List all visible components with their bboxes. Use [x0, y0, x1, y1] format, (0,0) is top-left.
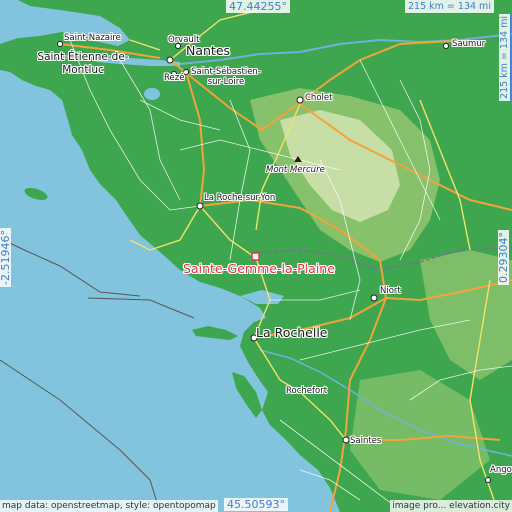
place-label-saint-etienne: Saint-Étienne-de- Montluc	[28, 52, 138, 75]
saintes-marker	[342, 436, 350, 444]
place-label-mont-mercure: Mont Mercure	[266, 165, 325, 175]
niort-marker	[370, 294, 378, 302]
place-label-saumur: Saumur	[452, 39, 486, 49]
saint-nazaire-marker	[57, 41, 63, 47]
horizontal-scale-label: 215 km = 134 mi	[405, 0, 494, 14]
place-label-la-rochelle: La Rochelle	[256, 325, 328, 340]
saint-etienne-line1: Saint-Étienne-de-	[37, 51, 129, 63]
map-attribution: map data: openstreetmap, style: opentopo…	[0, 500, 218, 512]
cholet-marker	[296, 96, 304, 104]
saint-etienne-line2: Montluc	[62, 63, 104, 76]
target-place-label: Sainte-Gemme-la-Plaine	[183, 261, 335, 276]
target-marker	[251, 252, 260, 261]
place-label-saint-sebastien: Saint-Sébastien- sur-Loire	[184, 68, 268, 86]
top-latitude-label: 47.44255°	[226, 0, 290, 13]
saint-sebastien-line1: Saint-Sébastien-	[191, 67, 261, 77]
place-label-nantes: Nantes	[186, 43, 231, 58]
place-label-niort: Niort	[380, 286, 401, 296]
la-roche-marker	[196, 202, 204, 210]
place-label-angouleme: Angou	[490, 465, 512, 475]
map-view[interactable]: Saint-Nazaire Orvault Nantes Saint-Étien…	[0, 0, 512, 512]
saumur-marker	[443, 43, 449, 49]
lac-de-grand-lieu	[144, 88, 160, 100]
left-longitude-label: -2.51946°	[0, 228, 12, 287]
place-label-cholet: Cholet	[305, 93, 333, 103]
place-label-la-roche-sur-yon: La Roche-sur-Yon	[204, 193, 276, 203]
place-label-reze: Rezé	[164, 73, 185, 83]
nantes-marker	[166, 56, 174, 64]
place-label-saint-nazaire: Saint-Nazaire	[64, 33, 121, 43]
vertical-scale-label: 215 km = 134 mi	[499, 14, 511, 101]
place-label-rochefort: Rochefort	[286, 386, 328, 396]
place-label-saintes: Saintes	[350, 436, 382, 446]
right-longitude-label: 0.29304°	[497, 230, 510, 285]
angouleme-marker	[485, 477, 491, 483]
image-attribution: image pro... elevation.city	[390, 500, 512, 512]
bottom-latitude-label: 45.50593°	[224, 498, 288, 511]
saint-sebastien-line2: sur-Loire	[207, 76, 245, 87]
